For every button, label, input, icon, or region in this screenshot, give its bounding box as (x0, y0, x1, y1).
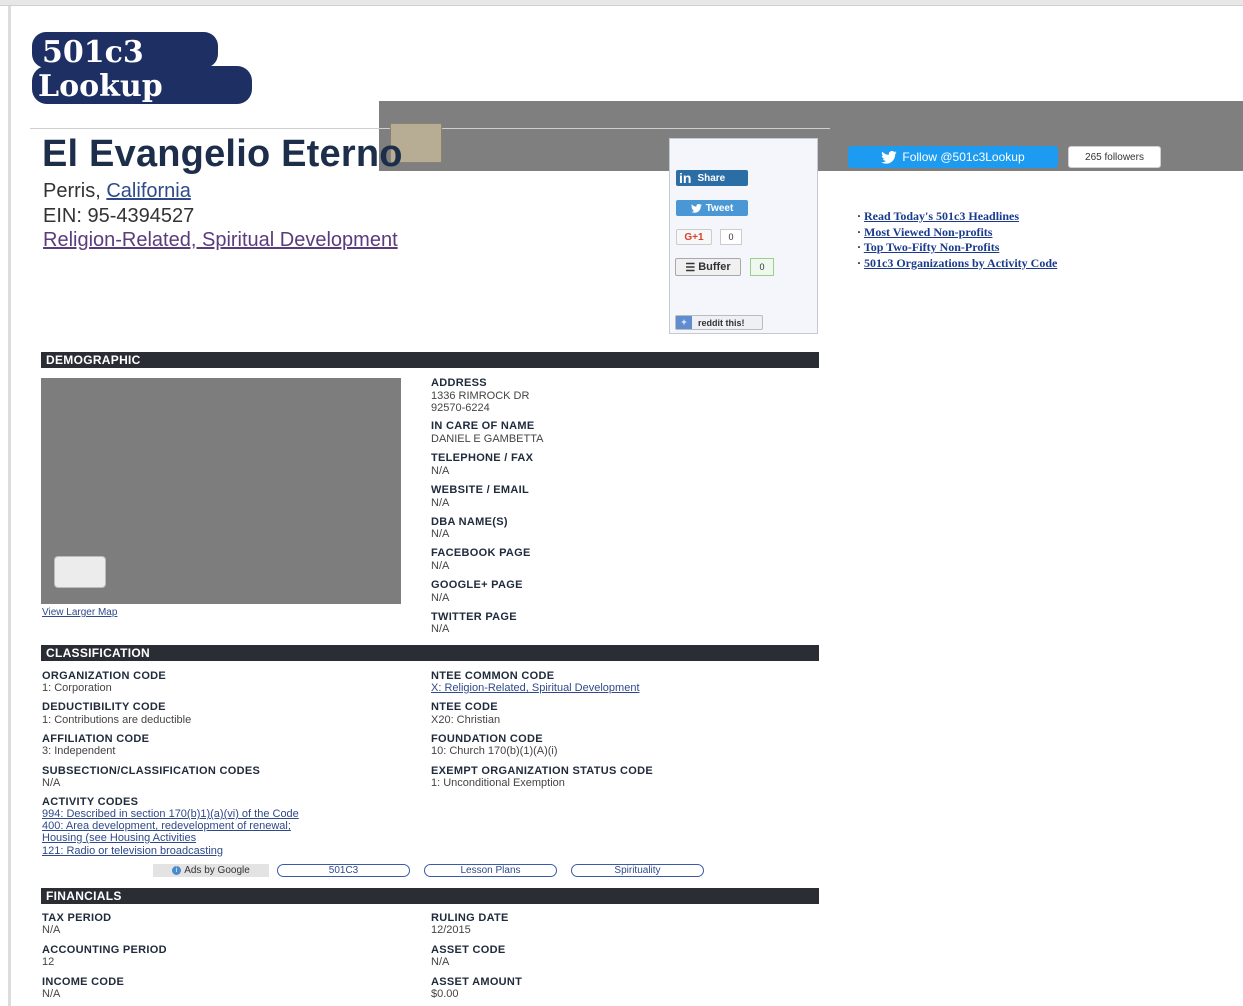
ad-link-lesson-plans[interactable]: Lesson Plans (424, 864, 557, 877)
browser-top-edge (0, 0, 1243, 6)
ntee-code-value: X20: Christian (431, 714, 501, 726)
ruling-date-label: RULING DATE (431, 912, 509, 924)
telephone-label: TELEPHONE / FAX (431, 452, 534, 464)
demographic-header: DEMOGRAPHIC (41, 352, 819, 368)
gplus-count: 0 (720, 229, 742, 245)
deductibility-label: DEDUCTIBILITY CODE (42, 701, 166, 713)
accounting-period-value: 12 (42, 956, 55, 968)
sidebar-link-top-250[interactable]: · Top Two-Fifty Non-Profits (857, 240, 1237, 256)
reddit-icon: + (676, 316, 692, 329)
accounting-period-label: ACCOUNTING PERIOD (42, 944, 167, 956)
gplus-button[interactable]: G+1 (676, 229, 712, 245)
facebook-label: FACEBOOK PAGE (431, 547, 531, 559)
address-line2: 92570-6224 (431, 402, 490, 414)
twitter-page-label: TWITTER PAGE (431, 611, 517, 623)
ein-text: EIN: 95-4394527 (43, 205, 195, 227)
tweet-label: Tweet (705, 202, 734, 214)
care-of-value: DANIEL E GAMBETTA (431, 433, 544, 445)
telephone-value: N/A (431, 465, 450, 477)
tax-period-value: N/A (42, 924, 61, 936)
website-label: WEBSITE / EMAIL (431, 484, 529, 496)
address-line1: 1336 RIMROCK DR (431, 390, 530, 402)
foundation-code-value: 10: Church 170(b)(1)(A)(i) (431, 745, 558, 757)
linkedin-label: Share (697, 172, 726, 184)
twitter-follow-button[interactable]: Follow @501c3Lookup (848, 146, 1058, 168)
category-link[interactable]: Religion-Related, Spiritual Development (43, 229, 398, 252)
foundation-code-label: FOUNDATION CODE (431, 733, 543, 745)
view-larger-map-link[interactable]: View Larger Map (42, 607, 117, 618)
activity-code-link[interactable]: 400: Area development, redevelopment of … (42, 820, 291, 832)
share-panel: in Share Tweet G+1 0 ☰ Buffer 0 + reddit… (669, 138, 818, 334)
asset-code-value: N/A (431, 956, 450, 968)
ad-link-501c3[interactable]: 501C3 (277, 864, 410, 877)
buffer-count: 0 (750, 258, 774, 276)
ntee-code-label: NTEE CODE (431, 701, 498, 713)
follower-count[interactable]: 265 followers (1068, 146, 1161, 168)
tweet-button[interactable]: Tweet (676, 200, 748, 216)
linkedin-share-button[interactable]: in Share (676, 170, 748, 186)
reddit-button[interactable]: + reddit this! (675, 315, 763, 330)
left-border (8, 6, 11, 1006)
address-label: ADDRESS (431, 377, 487, 389)
location-line: Perris, California (43, 180, 191, 203)
googleplus-value: N/A (431, 592, 450, 604)
follow-label: Follow @501c3Lookup (902, 150, 1025, 164)
sidebar-link-most-viewed[interactable]: · Most Viewed Non-profits (857, 225, 1237, 241)
dba-label: DBA NAME(S) (431, 516, 508, 528)
facebook-value: N/A (431, 560, 450, 572)
twitter-bird-icon (690, 203, 702, 213)
classification-header: CLASSIFICATION (41, 645, 819, 661)
map-street-view-control[interactable] (54, 556, 106, 588)
activity-code-link[interactable]: 121: Radio or television broadcasting (42, 845, 223, 857)
asset-amount-value: $0.00 (431, 988, 459, 1000)
buffer-button[interactable]: ☰ Buffer (675, 258, 741, 276)
sidebar-links: · Read Today's 501c3 Headlines · Most Vi… (857, 209, 1237, 271)
twitter-bird-icon (881, 150, 898, 164)
subsection-value: N/A (42, 777, 61, 789)
asset-code-label: ASSET CODE (431, 944, 506, 956)
ruling-date-value: 12/2015 (431, 924, 471, 936)
site-logo[interactable]: 501c3 Lookup (30, 30, 254, 106)
linkedin-icon: in (679, 170, 692, 186)
activity-code-link[interactable]: Housing (see Housing Activities (42, 832, 196, 844)
logo-line2: Lookup (38, 69, 163, 104)
ads-by-google-label[interactable]: i Ads by Google (153, 864, 269, 877)
city-text: Perris, (43, 180, 101, 202)
sidebar-link-headlines[interactable]: · Read Today's 501c3 Headlines (857, 209, 1237, 225)
income-code-value: N/A (42, 988, 61, 1000)
buffer-label: Buffer (698, 261, 731, 273)
subsection-label: SUBSECTION/CLASSIFICATION CODES (42, 765, 261, 777)
reddit-label: reddit this! (698, 317, 745, 328)
ntee-common-link[interactable]: X: Religion-Related, Spiritual Developme… (431, 682, 640, 694)
ad-link-spirituality[interactable]: Spirituality (571, 864, 704, 877)
googleplus-label: GOOGLE+ PAGE (431, 579, 523, 591)
asset-amount-label: ASSET AMOUNT (431, 976, 523, 988)
affiliation-value: 3: Independent (42, 745, 116, 757)
buffer-icon: ☰ (685, 261, 696, 274)
affiliation-label: AFFILIATION CODE (42, 733, 150, 745)
exempt-status-value: 1: Unconditional Exemption (431, 777, 565, 789)
org-code-value: 1: Corporation (42, 682, 112, 694)
state-link[interactable]: California (106, 180, 190, 202)
website-value: N/A (431, 497, 450, 509)
dba-value: N/A (431, 528, 450, 540)
page-title: El Evangelio Eterno (42, 133, 403, 175)
activity-codes-label: ACTIVITY CODES (42, 796, 139, 808)
sidebar-link-activity-code[interactable]: · 501c3 Organizations by Activity Code (857, 256, 1237, 272)
twitter-page-value: N/A (431, 623, 450, 635)
income-code-label: INCOME CODE (42, 976, 125, 988)
activity-code-link[interactable]: 994: Described in section 170(b)1)(a)(vi… (42, 808, 299, 820)
logo-line1: 501c3 (42, 35, 144, 70)
ntee-common-label: NTEE COMMON CODE (431, 670, 555, 682)
exempt-status-label: EXEMPT ORGANIZATION STATUS CODE (431, 765, 653, 777)
info-icon: i (172, 866, 182, 875)
deductibility-value: 1: Contributions are deductible (42, 714, 192, 726)
tax-period-label: TAX PERIOD (42, 912, 112, 924)
org-code-label: ORGANIZATION CODE (42, 670, 167, 682)
care-of-label: IN CARE OF NAME (431, 420, 535, 432)
financials-header: FINANCIALS (41, 888, 819, 904)
ads-label-text: Ads by Google (184, 865, 250, 876)
